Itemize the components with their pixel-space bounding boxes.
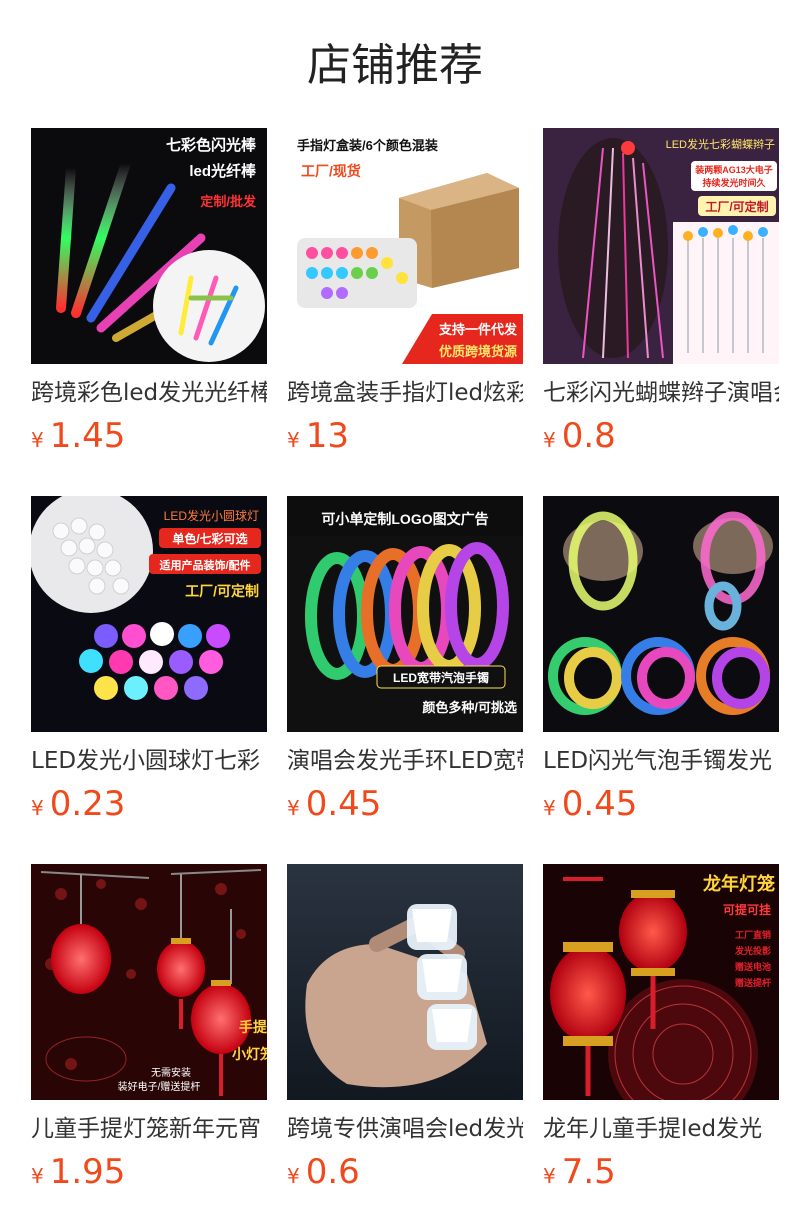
product-card[interactable]: 手提 小灯笼 无需安装 装好电子/赠送提杆 儿童手提灯笼新年元宵 ¥1.95 xyxy=(31,864,267,1214)
product-image-text: 支持一件代发 xyxy=(438,322,518,337)
product-image-text: 手指灯盒装/6个颜色混装 xyxy=(297,138,438,153)
product-image-text: 龙年灯笼 xyxy=(703,873,775,894)
product-image[interactable]: 龙年灯笼 可提可挂 工厂直销 发光投影 赠送电池 赠送提杆 xyxy=(543,864,779,1100)
product-image[interactable]: 七彩色闪光棒 led光纤棒 定制/批发 xyxy=(31,128,267,364)
product-title[interactable]: LED闪光气泡手镯发光 xyxy=(543,746,779,776)
price-amount: 0.6 xyxy=(305,1152,360,1192)
product-price: ¥0.45 xyxy=(287,784,381,830)
product-image-text: 小灯笼 xyxy=(232,1046,267,1062)
product-image[interactable] xyxy=(287,864,523,1100)
product-image-text: led光纤棒 xyxy=(189,162,257,180)
product-image-text: 定制/批发 xyxy=(199,194,257,209)
product-image-text: 无需安装 xyxy=(151,1066,191,1079)
product-price: ¥0.6 xyxy=(287,1152,360,1198)
product-image-text: 工厂/可定制 xyxy=(185,583,259,599)
product-price: ¥0.45 xyxy=(543,784,637,830)
product-price: ¥1.95 xyxy=(31,1152,125,1198)
product-image[interactable]: 手提 小灯笼 无需安装 装好电子/赠送提杆 xyxy=(31,864,267,1100)
currency-symbol: ¥ xyxy=(31,428,44,452)
product-image-text: 持续发光时间久 xyxy=(702,177,766,188)
product-price: ¥13 xyxy=(287,416,349,462)
currency-symbol: ¥ xyxy=(287,796,300,820)
currency-symbol: ¥ xyxy=(543,1164,556,1188)
product-image-text: 适用产品装饰/配件 xyxy=(159,558,250,572)
product-image[interactable]: 可小单定制LOGO图文广告 LED宽带汽泡手镯 颜色多种/可挑选 xyxy=(287,496,523,732)
currency-symbol: ¥ xyxy=(543,796,556,820)
product-title[interactable]: LED发光小圆球灯七彩 xyxy=(31,746,267,776)
product-image[interactable] xyxy=(543,496,779,732)
store-recommendations-page: 店铺推荐 七彩色闪光棒 led光纤棒 定制/批发 跨境彩色led发光光纤棒 ¥ … xyxy=(0,0,790,1232)
price-amount: 0.45 xyxy=(561,784,638,824)
product-image-text: LED发光七彩蝴蝶辫子 xyxy=(666,137,775,151)
currency-symbol: ¥ xyxy=(31,1164,44,1188)
product-image-text: 颜色多种/可挑选 xyxy=(422,700,517,715)
product-card[interactable]: 龙年灯笼 可提可挂 工厂直销 发光投影 赠送电池 赠送提杆 龙年儿童手提led发… xyxy=(543,864,779,1214)
product-image-text: 装两颗AG13大电子 xyxy=(694,164,773,175)
product-image[interactable]: LED发光七彩蝴蝶辫子 装两颗AG13大电子 持续发光时间久 工厂/可定制 xyxy=(543,128,779,364)
product-image-text: 可提可挂 xyxy=(723,902,771,917)
product-title[interactable]: 儿童手提灯笼新年元宵 xyxy=(31,1114,267,1144)
product-card[interactable]: 可小单定制LOGO图文广告 LED宽带汽泡手镯 颜色多种/可挑选 演唱会发光手环… xyxy=(287,496,523,846)
product-image[interactable]: LED发光小圆球灯 单色/七彩可选 适用产品装饰/配件 工厂/可定制 xyxy=(31,496,267,732)
price-amount: 1.45 xyxy=(49,416,126,456)
product-card[interactable]: 手指灯盒装/6个颜色混装 工厂/现货 支持一件代发 优质跨境货源 跨境盒装手指灯… xyxy=(287,128,523,478)
product-card[interactable]: LED闪光气泡手镯发光 ¥0.45 xyxy=(543,496,779,846)
product-price: ¥1.45 xyxy=(31,416,125,462)
price-amount: 0.23 xyxy=(49,784,126,824)
product-image[interactable]: 手指灯盒装/6个颜色混装 工厂/现货 支持一件代发 优质跨境货源 xyxy=(287,128,523,364)
currency-symbol: ¥ xyxy=(543,428,556,452)
currency-symbol: ¥ xyxy=(31,796,44,820)
price-amount: 13 xyxy=(305,416,349,456)
product-image-text: 手提 xyxy=(239,1019,267,1035)
product-card[interactable]: 七彩色闪光棒 led光纤棒 定制/批发 跨境彩色led发光光纤棒 ¥1.45 xyxy=(31,128,267,478)
product-price: ¥0.8 xyxy=(543,416,616,462)
product-card[interactable]: LED发光七彩蝴蝶辫子 装两颗AG13大电子 持续发光时间久 工厂/可定制 七彩… xyxy=(543,128,779,478)
product-image-text: 可小单定制LOGO图文广告 xyxy=(321,511,488,527)
product-image-text: 装好电子/赠送提杆 xyxy=(118,1080,201,1093)
price-amount: 0.8 xyxy=(561,416,616,456)
product-title[interactable]: 演唱会发光手环LED宽带 xyxy=(287,746,523,776)
page-title: 店铺推荐 xyxy=(307,40,483,91)
product-title[interactable]: 七彩闪光蝴蝶辫子演唱会 xyxy=(543,378,779,408)
price-amount: 7.5 xyxy=(561,1152,616,1192)
product-title[interactable]: 跨境彩色led发光光纤棒 xyxy=(31,378,267,408)
product-card[interactable]: LED发光小圆球灯 单色/七彩可选 适用产品装饰/配件 工厂/可定制 LED发光… xyxy=(31,496,267,846)
product-image-text: 工厂/现货 xyxy=(301,163,361,179)
currency-symbol: ¥ xyxy=(287,1164,300,1188)
product-image-text: 赠送提杆 xyxy=(735,977,771,988)
product-title[interactable]: 龙年儿童手提led发光 xyxy=(543,1114,779,1144)
product-price: ¥0.23 xyxy=(31,784,125,830)
currency-symbol: ¥ xyxy=(287,428,300,452)
product-image-text: 赠送电池 xyxy=(735,961,771,972)
price-amount: 0.45 xyxy=(305,784,382,824)
product-image-text: LED宽带汽泡手镯 xyxy=(393,670,489,685)
product-title[interactable]: 跨境专供演唱会led发光 xyxy=(287,1114,523,1144)
price-amount: 1.95 xyxy=(49,1152,126,1192)
product-price: ¥7.5 xyxy=(543,1152,616,1198)
product-image-text: 工厂直销 xyxy=(735,929,771,940)
product-image-text: 优质跨境货源 xyxy=(439,344,517,359)
product-image-text: 发光投影 xyxy=(734,945,771,956)
product-title[interactable]: 跨境盒装手指灯led炫彩 xyxy=(287,378,523,408)
product-image-text: LED发光小圆球灯 xyxy=(164,508,259,523)
product-image-text: 单色/七彩可选 xyxy=(172,531,247,546)
product-image-text: 七彩色闪光棒 xyxy=(166,136,257,154)
product-card[interactable]: 跨境专供演唱会led发光 ¥0.6 xyxy=(287,864,523,1214)
product-image-text: 工厂/可定制 xyxy=(705,199,768,214)
